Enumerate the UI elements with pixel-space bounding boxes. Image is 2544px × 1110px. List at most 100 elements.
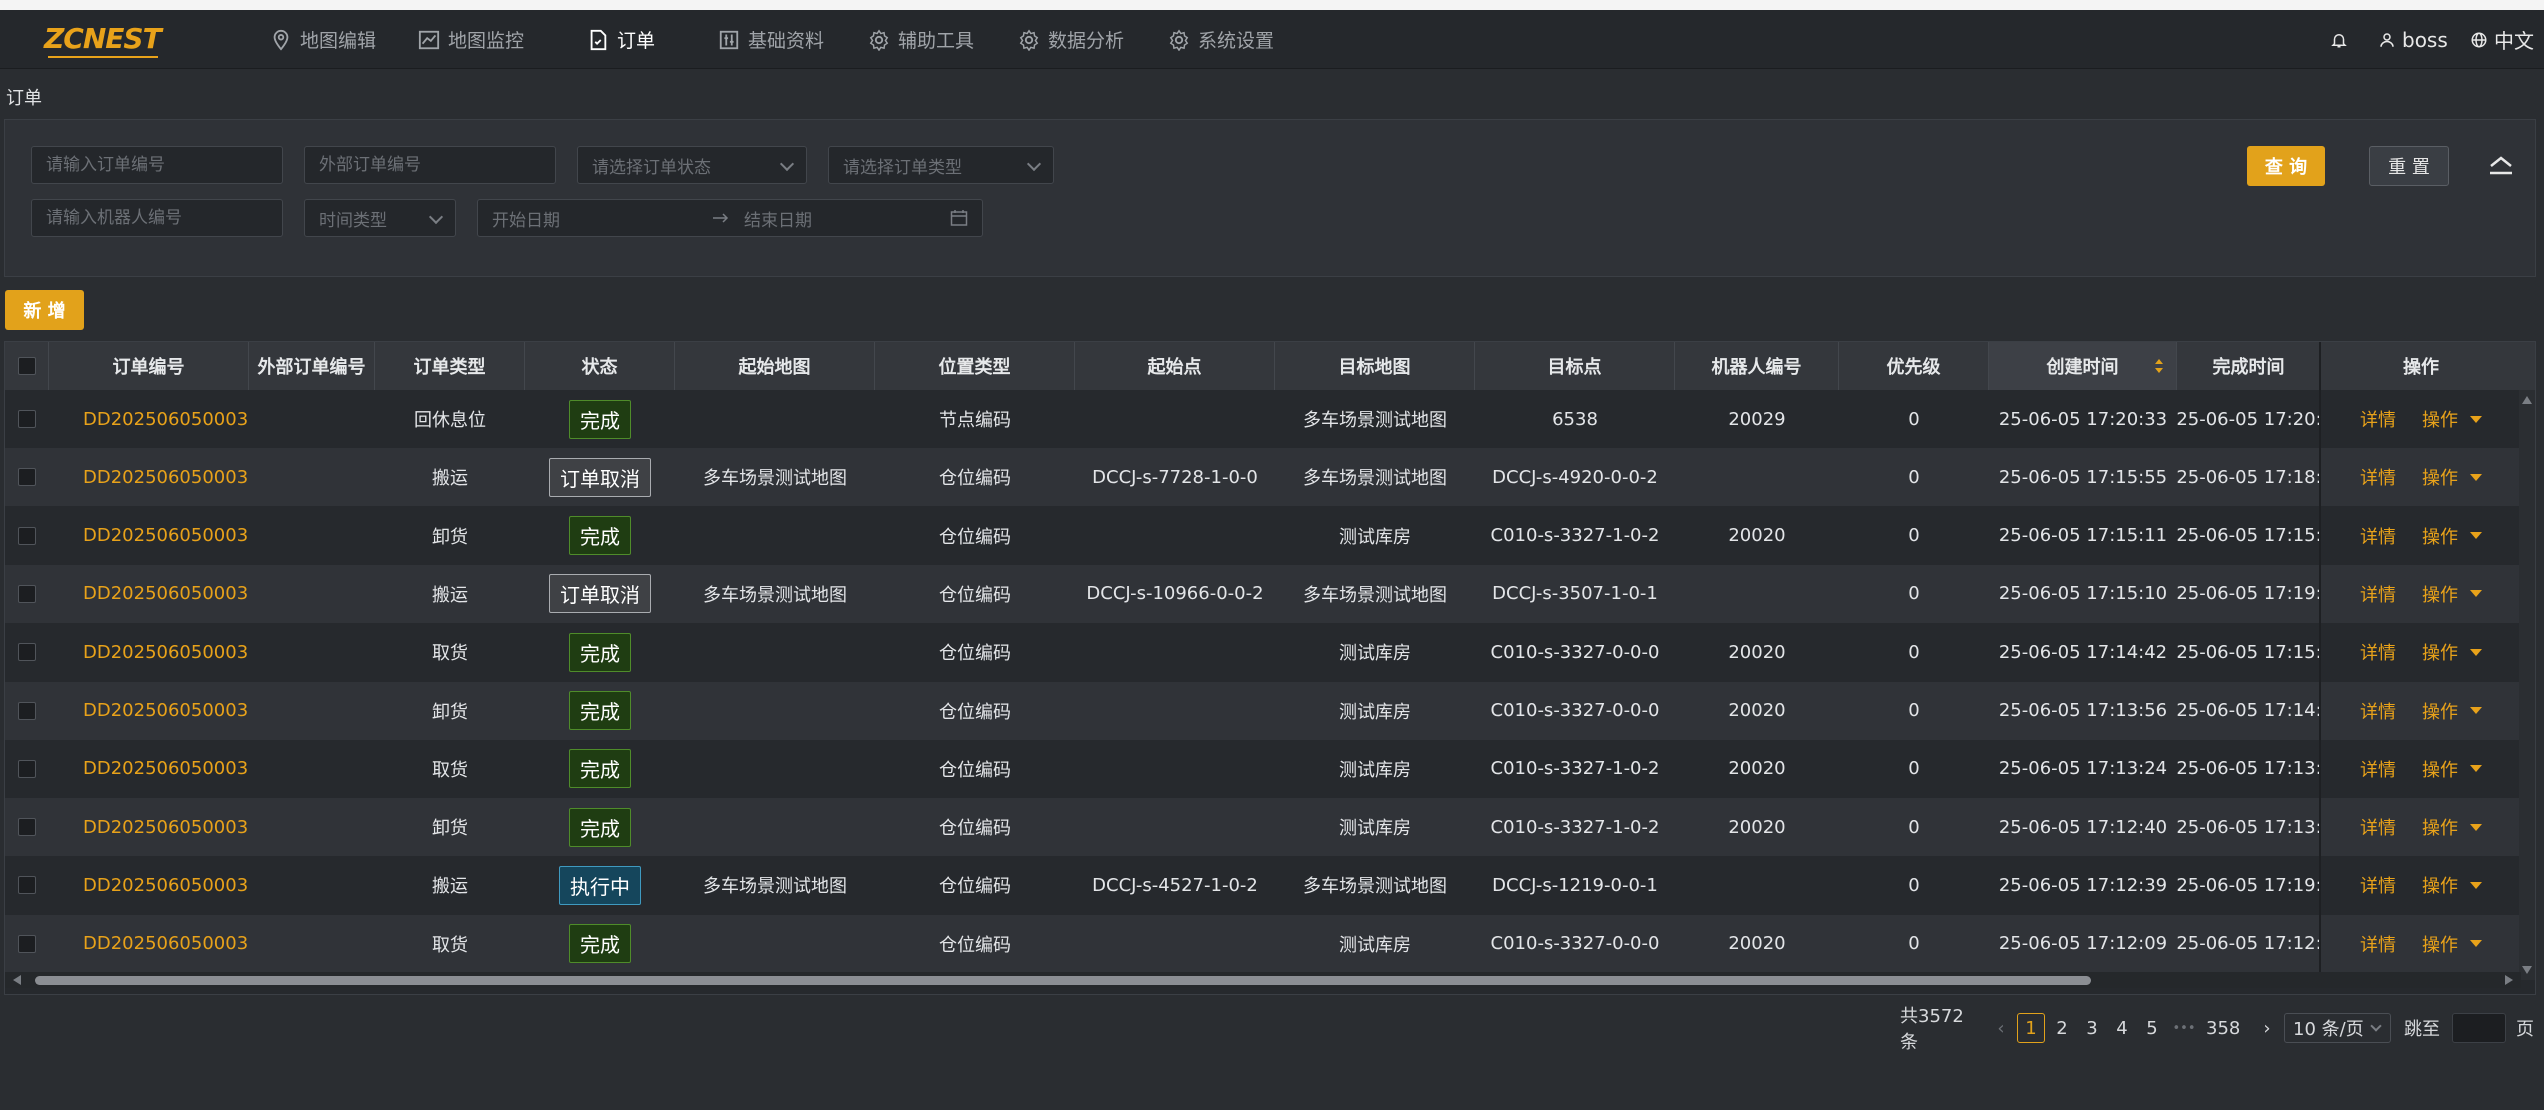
add-button[interactable]: 新 增 bbox=[5, 290, 84, 330]
col-priority[interactable]: 优先级 bbox=[1839, 342, 1989, 390]
date-range-picker[interactable]: 开始日期 结束日期 bbox=[477, 199, 983, 237]
order-number-input[interactable] bbox=[31, 146, 283, 184]
table-row[interactable]: DD20250605000302 取货 完成 仓位编码 测试库房 C010-s-3327-… bbox=[5, 914, 2535, 973]
order-number-link[interactable]: DD20250605000304 bbox=[83, 817, 249, 838]
nav-aux-tools[interactable]: 辅助工具 bbox=[868, 10, 974, 69]
collapse-icon[interactable] bbox=[2487, 154, 2515, 176]
robot-number-input[interactable] bbox=[31, 199, 283, 237]
row-checkbox[interactable] bbox=[18, 584, 36, 603]
page-ellipsis[interactable]: ••• bbox=[2170, 1013, 2198, 1043]
table-row[interactable]: DD20250605000309 卸货 完成 仓位编码 测试库房 C010-s-3327-… bbox=[5, 506, 2535, 565]
prev-page-icon[interactable]: ‹ bbox=[1994, 1010, 2008, 1046]
order-number-link[interactable]: DD20250605000308 bbox=[83, 583, 249, 604]
robot-number-field[interactable] bbox=[46, 208, 282, 228]
horizontal-scroll-thumb[interactable] bbox=[35, 976, 2091, 985]
col-target-point[interactable]: 目标点 bbox=[1475, 342, 1675, 390]
row-checkbox[interactable] bbox=[18, 468, 36, 487]
sort-icon[interactable] bbox=[2154, 358, 2164, 374]
col-external-no[interactable]: 外部订单编号 bbox=[249, 342, 375, 390]
order-number-link[interactable]: DD20250605000305 bbox=[83, 758, 249, 779]
row-checkbox[interactable] bbox=[18, 701, 36, 720]
nav-map-monitor[interactable]: 地图监控 bbox=[418, 10, 524, 69]
scroll-left-icon[interactable] bbox=[13, 975, 21, 985]
row-checkbox[interactable] bbox=[18, 410, 36, 428]
notification-button[interactable] bbox=[2330, 10, 2354, 69]
order-number-link[interactable]: DD20250605000309 bbox=[83, 525, 249, 546]
detail-link[interactable]: 详情 bbox=[2360, 581, 2396, 607]
nav-orders[interactable]: 订单 bbox=[587, 10, 655, 69]
col-finished-time[interactable]: 完成时间 bbox=[2177, 342, 2321, 390]
col-created-time[interactable]: 创建时间 bbox=[1989, 342, 2177, 390]
detail-link[interactable]: 详情 bbox=[2360, 931, 2396, 957]
vertical-scrollbar[interactable] bbox=[2519, 390, 2535, 980]
detail-link[interactable]: 详情 bbox=[2360, 814, 2396, 840]
reset-button[interactable]: 重 置 bbox=[2369, 146, 2449, 186]
next-page-icon[interactable]: › bbox=[2260, 1010, 2274, 1046]
external-order-field[interactable] bbox=[319, 155, 555, 175]
table-row[interactable]: DD20250605000306 卸货 完成 仓位编码 测试库房 C010-s-3327-… bbox=[5, 681, 2535, 740]
operation-dropdown[interactable]: 操作 bbox=[2422, 698, 2482, 724]
page-size-select[interactable]: 10 条/页 bbox=[2284, 1013, 2391, 1043]
table-row[interactable]: DD20250605000308 搬运 订单取消 多车场景测试地图 仓位编码 DCCJ-s… bbox=[5, 564, 2535, 623]
nav-map-edit[interactable]: 地图编辑 bbox=[270, 10, 376, 69]
scroll-up-icon[interactable] bbox=[2522, 396, 2532, 404]
nav-system-settings[interactable]: 系统设置 bbox=[1168, 10, 1274, 69]
horizontal-scrollbar[interactable] bbox=[5, 972, 2521, 988]
operation-dropdown[interactable]: 操作 bbox=[2422, 639, 2482, 665]
table-row[interactable]: DD20250605000311 回休息位 完成 节点编码 多车场景测试地图 6538 20… bbox=[5, 390, 2535, 448]
row-checkbox[interactable] bbox=[18, 759, 36, 778]
detail-link[interactable]: 详情 bbox=[2360, 406, 2396, 432]
row-checkbox[interactable] bbox=[18, 643, 36, 662]
detail-link[interactable]: 详情 bbox=[2360, 639, 2396, 665]
select-all-checkbox[interactable] bbox=[17, 357, 36, 375]
table-row[interactable]: DD20250605000304 卸货 完成 仓位编码 测试库房 C010-s-3327-… bbox=[5, 798, 2535, 857]
page-last[interactable]: 358 bbox=[2206, 1013, 2240, 1043]
col-status[interactable]: 状态 bbox=[525, 342, 675, 390]
table-row[interactable]: DD20250605000310 搬运 订单取消 多车场景测试地图 仓位编码 DCCJ-s… bbox=[5, 448, 2535, 507]
row-checkbox[interactable] bbox=[18, 818, 36, 837]
col-start-map[interactable]: 起始地图 bbox=[675, 342, 875, 390]
order-type-select[interactable]: 请选择订单类型 bbox=[828, 146, 1054, 184]
operation-dropdown[interactable]: 操作 bbox=[2422, 931, 2482, 957]
external-order-input[interactable] bbox=[304, 146, 556, 184]
detail-link[interactable]: 详情 bbox=[2360, 464, 2396, 490]
col-location-type[interactable]: 位置类型 bbox=[875, 342, 1075, 390]
col-start-point[interactable]: 起始点 bbox=[1075, 342, 1275, 390]
order-number-link[interactable]: DD20250605000310 bbox=[83, 467, 249, 488]
scroll-down-icon[interactable] bbox=[2522, 966, 2532, 974]
operation-dropdown[interactable]: 操作 bbox=[2422, 756, 2482, 782]
page-5[interactable]: 5 bbox=[2138, 1013, 2166, 1043]
operation-dropdown[interactable]: 操作 bbox=[2422, 581, 2482, 607]
row-checkbox[interactable] bbox=[18, 934, 36, 953]
detail-link[interactable]: 详情 bbox=[2360, 872, 2396, 898]
order-number-link[interactable]: DD20250605000302 bbox=[83, 933, 249, 954]
page-1[interactable]: 1 bbox=[2017, 1013, 2045, 1043]
detail-link[interactable]: 详情 bbox=[2360, 698, 2396, 724]
scroll-right-icon[interactable] bbox=[2505, 975, 2513, 985]
row-checkbox[interactable] bbox=[18, 526, 36, 545]
col-order-no[interactable]: 订单编号 bbox=[49, 342, 249, 390]
nav-basic-data[interactable]: 基础资料 bbox=[718, 10, 824, 69]
page-3[interactable]: 3 bbox=[2078, 1013, 2106, 1043]
col-target-map[interactable]: 目标地图 bbox=[1275, 342, 1475, 390]
operation-dropdown[interactable]: 操作 bbox=[2422, 814, 2482, 840]
page-4[interactable]: 4 bbox=[2108, 1013, 2136, 1043]
detail-link[interactable]: 详情 bbox=[2360, 523, 2396, 549]
table-row[interactable]: DD20250605000307 取货 完成 仓位编码 测试库房 C010-s-3327-… bbox=[5, 623, 2535, 682]
language-switch[interactable]: 中文 bbox=[2470, 10, 2534, 69]
detail-link[interactable]: 详情 bbox=[2360, 756, 2396, 782]
user-menu[interactable]: boss bbox=[2378, 10, 2448, 69]
page-2[interactable]: 2 bbox=[2048, 1013, 2076, 1043]
nav-data-analysis[interactable]: 数据分析 bbox=[1018, 10, 1124, 69]
time-type-select[interactable]: 时间类型 bbox=[304, 199, 456, 237]
order-number-field[interactable] bbox=[46, 155, 282, 175]
row-checkbox[interactable] bbox=[18, 876, 36, 895]
order-number-link[interactable]: DD20250605000306 bbox=[83, 700, 249, 721]
operation-dropdown[interactable]: 操作 bbox=[2422, 406, 2482, 432]
operation-dropdown[interactable]: 操作 bbox=[2422, 523, 2482, 549]
goto-page-input[interactable] bbox=[2452, 1013, 2506, 1043]
order-number-link[interactable]: DD20250605000303 bbox=[83, 875, 249, 896]
col-order-type[interactable]: 订单类型 bbox=[375, 342, 525, 390]
order-number-link[interactable]: DD20250605000311 bbox=[83, 409, 249, 430]
col-robot-no[interactable]: 机器人编号 bbox=[1675, 342, 1839, 390]
